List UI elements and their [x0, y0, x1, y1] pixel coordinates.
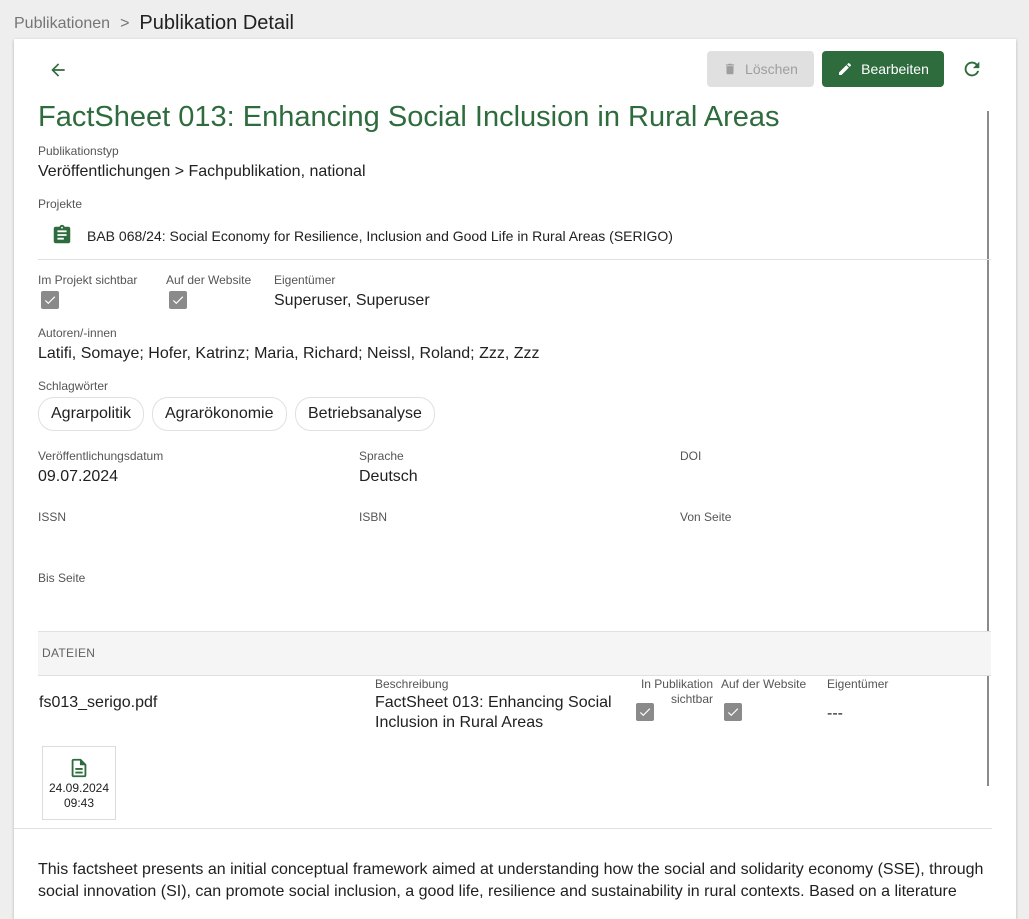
scrollbar[interactable]: [987, 111, 989, 786]
abstract-text: This factsheet presents an initial conce…: [38, 861, 984, 900]
file-owner-label: Eigentümer: [827, 677, 889, 691]
refresh-button[interactable]: [959, 56, 985, 82]
breadcrumb-separator: >: [120, 14, 130, 32]
issn-label: ISSN: [38, 510, 67, 524]
breadcrumb: Publikationen > Publikation Detail: [14, 12, 294, 35]
keyword-chip[interactable]: Agrarpolitik: [38, 397, 145, 431]
clipboard-icon: [51, 224, 73, 251]
check-icon: [639, 708, 651, 717]
projects-label: Projekte: [38, 197, 83, 211]
keyword-chip[interactable]: Betriebsanalyse: [295, 397, 435, 431]
back-button[interactable]: [44, 56, 72, 84]
visible-in-project-checkbox: [41, 291, 59, 309]
divider: [38, 259, 991, 260]
publication-title: FactSheet 013: Enhancing Social Inclusio…: [38, 101, 780, 133]
file-in-publication-label-2: sichtbar: [670, 692, 713, 706]
visible-on-website-label: Auf der Website: [166, 273, 252, 287]
file-tile-time: 09:43: [63, 796, 95, 810]
edit-button-label: Bearbeiten: [861, 61, 929, 77]
delete-button-label: Löschen: [745, 61, 798, 77]
from-page-label: Von Seite: [680, 510, 732, 524]
check-icon: [44, 296, 56, 305]
pencil-icon: [839, 62, 852, 75]
file-in-publication-label-1: In Publikation: [640, 677, 713, 691]
authors-value: Latifi, Somaye; Hofer, Katrinz; Maria, R…: [38, 345, 540, 362]
breadcrumb-link-publikationen[interactable]: Publikationen: [14, 15, 110, 33]
date-label: Veröffentlichungsdatum: [38, 449, 164, 463]
date-value: 09.07.2024: [38, 468, 119, 485]
authors-label: Autoren/-innen: [38, 326, 117, 340]
isbn-label: ISBN: [359, 510, 388, 524]
file-description-label: Beschreibung: [375, 677, 449, 691]
language-label: Sprache: [359, 449, 404, 463]
page-title: Publikation Detail: [139, 12, 294, 34]
language-value: Deutsch: [359, 468, 418, 485]
divider: [14, 828, 992, 829]
keyword-chip[interactable]: Agrarökonomie: [152, 397, 287, 431]
refresh-icon: [964, 61, 980, 77]
type-label: Publikationstyp: [38, 144, 119, 158]
owner-label: Eigentümer: [274, 273, 336, 287]
document-icon: [71, 758, 87, 778]
files-section-header: DATEIEN: [38, 631, 991, 676]
file-description-line-2: Inclusion in Rural Areas: [375, 714, 544, 731]
file-website-label: Auf der Website: [721, 677, 807, 691]
file-website-checkbox: [724, 703, 742, 721]
files-header-label: DATEIEN: [42, 646, 96, 660]
check-icon: [727, 708, 739, 717]
trash-icon: [725, 63, 735, 75]
to-page-label: Bis Seite: [38, 571, 86, 585]
arrow-left-icon: [51, 63, 65, 77]
file-tile-date: 24.09.2024: [48, 781, 110, 795]
check-icon: [172, 296, 184, 305]
publication-detail-card: Löschen Bearbeiten FactSheet 013: Enhanc…: [14, 39, 1016, 919]
edit-button[interactable]: Bearbeiten: [822, 51, 944, 87]
file-description-line-1: FactSheet 013: Enhancing Social: [375, 694, 612, 711]
visible-on-website-checkbox: [169, 291, 187, 309]
file-name[interactable]: fs013_serigo.pdf: [39, 694, 157, 712]
file-owner-value: ---: [827, 705, 843, 722]
type-value: Veröffentlichungen > Fachpublikation, na…: [38, 163, 366, 180]
owner-value: Superuser, Superuser: [274, 292, 430, 309]
project-link[interactable]: BAB 068/24: Social Economy for Resilienc…: [87, 228, 673, 244]
keywords-label: Schlagwörter: [38, 379, 109, 393]
delete-button[interactable]: Löschen: [707, 51, 814, 87]
file-tile[interactable]: 24.09.2024 09:43: [42, 746, 116, 820]
doi-label: DOI: [680, 449, 702, 463]
file-in-publication-checkbox: [636, 703, 654, 721]
visible-in-project-label: Im Projekt sichtbar: [38, 273, 138, 287]
